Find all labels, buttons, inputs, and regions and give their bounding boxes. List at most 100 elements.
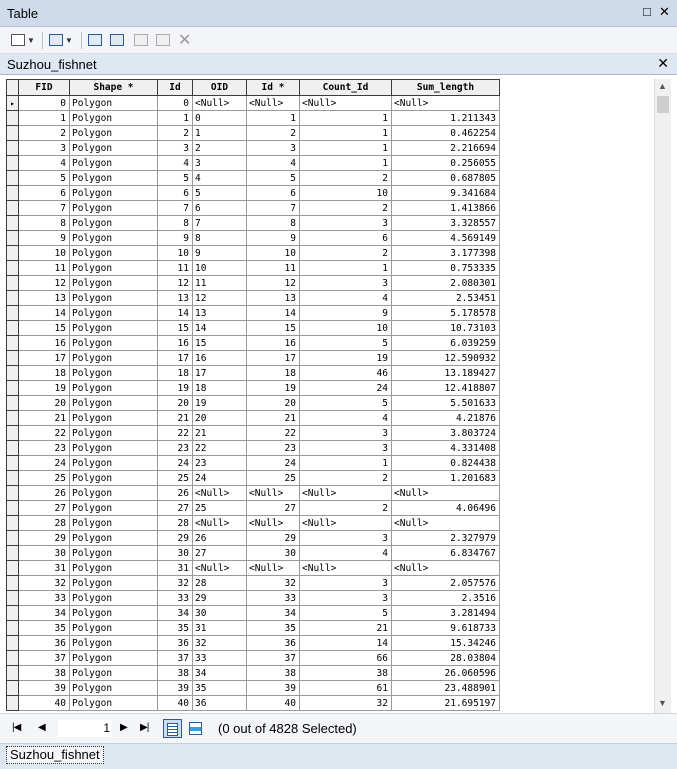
cell-shape[interactable]: Polygon bbox=[69, 545, 158, 561]
current-record-field[interactable]: 1 bbox=[58, 720, 112, 737]
cell-id-star[interactable]: 8 bbox=[246, 215, 300, 231]
cell-id[interactable]: 10 bbox=[157, 245, 193, 261]
cell-count-id[interactable]: 66 bbox=[299, 650, 392, 666]
cell-id[interactable]: 19 bbox=[157, 380, 193, 396]
cell-oid[interactable]: 16 bbox=[192, 350, 247, 366]
cell-shape[interactable]: Polygon bbox=[69, 425, 158, 441]
cell-id-star[interactable]: 19 bbox=[246, 380, 300, 396]
cell-shape[interactable]: Polygon bbox=[69, 155, 158, 171]
cell-id[interactable]: 21 bbox=[157, 410, 193, 426]
cell-count-id[interactable]: 1 bbox=[299, 110, 392, 126]
cell-shape[interactable]: Polygon bbox=[69, 95, 158, 111]
cell-sum-length[interactable]: 10.73103 bbox=[391, 320, 500, 336]
cell-id[interactable]: 33 bbox=[157, 590, 193, 606]
cell-count-id[interactable]: 4 bbox=[299, 290, 392, 306]
cell-shape[interactable]: Polygon bbox=[69, 200, 158, 216]
cell-fid[interactable]: 33 bbox=[18, 590, 70, 606]
column-header-sum-length[interactable]: Sum_length bbox=[391, 79, 500, 96]
cell-count-id[interactable]: 1 bbox=[299, 455, 392, 471]
cell-fid[interactable]: 34 bbox=[18, 605, 70, 621]
cell-sum-length[interactable]: 2.080301 bbox=[391, 275, 500, 291]
cell-count-id[interactable]: 4 bbox=[299, 410, 392, 426]
table-row[interactable]: 2 Polygon 2 1 2 1 0.462254 bbox=[6, 125, 500, 141]
row-selector[interactable] bbox=[6, 185, 19, 201]
cell-fid[interactable]: 36 bbox=[18, 635, 70, 651]
cell-count-id[interactable]: 6 bbox=[299, 230, 392, 246]
cell-fid[interactable]: 38 bbox=[18, 665, 70, 681]
row-selector[interactable] bbox=[6, 380, 19, 396]
cell-id-star[interactable]: 18 bbox=[246, 365, 300, 381]
cell-id-star[interactable]: 27 bbox=[246, 500, 300, 516]
cell-sum-length[interactable]: 9.618733 bbox=[391, 620, 500, 636]
table-row[interactable]: 25 Polygon 25 24 25 2 1.201683 bbox=[6, 470, 500, 486]
row-selector[interactable] bbox=[6, 440, 19, 456]
row-selector[interactable] bbox=[6, 200, 19, 216]
cell-shape[interactable]: Polygon bbox=[69, 185, 158, 201]
cell-oid[interactable]: 17 bbox=[192, 365, 247, 381]
row-selector[interactable] bbox=[6, 620, 19, 636]
table-row[interactable]: 9 Polygon 9 8 9 6 4.569149 bbox=[6, 230, 500, 246]
cell-shape[interactable]: Polygon bbox=[69, 560, 158, 576]
cell-fid[interactable]: 28 bbox=[18, 515, 70, 531]
cell-shape[interactable]: Polygon bbox=[69, 125, 158, 141]
cell-sum-length[interactable]: 21.695197 bbox=[391, 695, 500, 711]
cell-oid[interactable]: 3 bbox=[192, 155, 247, 171]
row-selector[interactable] bbox=[6, 530, 19, 546]
cell-id-star[interactable]: 14 bbox=[246, 305, 300, 321]
table-row[interactable]: 7 Polygon 7 6 7 2 1.413866 bbox=[6, 200, 500, 216]
cell-count-id[interactable]: 10 bbox=[299, 320, 392, 336]
table-options-button[interactable]: ▼ bbox=[11, 32, 35, 48]
cell-sum-length[interactable]: 12.590932 bbox=[391, 350, 500, 366]
cell-oid[interactable]: 1 bbox=[192, 125, 247, 141]
cell-oid[interactable]: 25 bbox=[192, 500, 247, 516]
scrollbar-thumb[interactable] bbox=[657, 96, 669, 113]
cell-id-star[interactable]: 1 bbox=[246, 110, 300, 126]
cell-id-star[interactable]: 30 bbox=[246, 545, 300, 561]
row-selector[interactable] bbox=[6, 230, 19, 246]
cell-id-star[interactable]: 24 bbox=[246, 455, 300, 471]
cell-shape[interactable]: Polygon bbox=[69, 590, 158, 606]
row-selector[interactable] bbox=[6, 455, 19, 471]
cell-id[interactable]: 30 bbox=[157, 545, 193, 561]
cell-sum-length[interactable]: 15.34246 bbox=[391, 635, 500, 651]
show-all-records-button[interactable] bbox=[163, 719, 182, 738]
cell-shape[interactable]: Polygon bbox=[69, 290, 158, 306]
cell-id-star[interactable]: 15 bbox=[246, 320, 300, 336]
cell-fid[interactable]: 13 bbox=[18, 290, 70, 306]
cell-shape[interactable]: Polygon bbox=[69, 215, 158, 231]
cell-shape[interactable]: Polygon bbox=[69, 470, 158, 486]
cell-shape[interactable]: Polygon bbox=[69, 395, 158, 411]
cell-sum-length[interactable]: 6.039259 bbox=[391, 335, 500, 351]
row-selector[interactable] bbox=[6, 605, 19, 621]
next-record-icon[interactable]: ▶ bbox=[120, 722, 128, 733]
table-row[interactable]: 33 Polygon 33 29 33 3 2.3516 bbox=[6, 590, 500, 606]
cell-id-star[interactable]: 25 bbox=[246, 470, 300, 486]
cell-sum-length[interactable]: 3.281494 bbox=[391, 605, 500, 621]
cell-count-id[interactable]: 3 bbox=[299, 425, 392, 441]
row-selector[interactable] bbox=[6, 485, 19, 501]
table-row[interactable]: 38 Polygon 38 34 38 38 26.060596 bbox=[6, 665, 500, 681]
cell-id[interactable]: 13 bbox=[157, 290, 193, 306]
cell-id-star[interactable]: 36 bbox=[246, 635, 300, 651]
column-header-id[interactable]: Id bbox=[157, 79, 193, 96]
cell-oid[interactable]: 6 bbox=[192, 200, 247, 216]
row-selector[interactable] bbox=[6, 410, 19, 426]
cell-id[interactable]: 35 bbox=[157, 620, 193, 636]
cell-count-id[interactable]: 5 bbox=[299, 395, 392, 411]
cell-id[interactable]: 12 bbox=[157, 275, 193, 291]
cell-shape[interactable]: Polygon bbox=[69, 335, 158, 351]
row-selector[interactable] bbox=[6, 350, 19, 366]
table-row[interactable]: 22 Polygon 22 21 22 3 3.803724 bbox=[6, 425, 500, 441]
cell-shape[interactable]: Polygon bbox=[69, 110, 158, 126]
cell-fid[interactable]: 32 bbox=[18, 575, 70, 591]
cell-id[interactable]: 14 bbox=[157, 305, 193, 321]
cell-fid[interactable]: 39 bbox=[18, 680, 70, 696]
cell-oid[interactable]: 31 bbox=[192, 620, 247, 636]
cell-id[interactable]: 31 bbox=[157, 560, 193, 576]
cell-sum-length[interactable]: 1.413866 bbox=[391, 200, 500, 216]
cell-oid[interactable]: <Null> bbox=[192, 560, 247, 576]
cell-sum-length[interactable]: 3.803724 bbox=[391, 425, 500, 441]
cell-shape[interactable]: Polygon bbox=[69, 365, 158, 381]
cell-oid[interactable]: 11 bbox=[192, 275, 247, 291]
cell-shape[interactable]: Polygon bbox=[69, 305, 158, 321]
